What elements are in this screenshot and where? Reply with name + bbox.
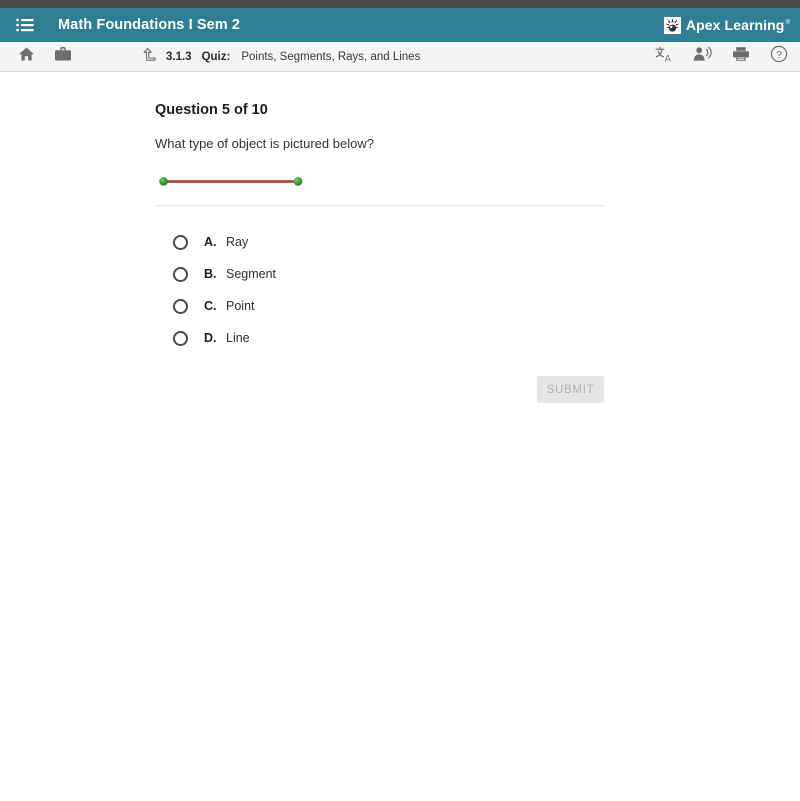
question-heading: Question 5 of 10 [155,102,268,118]
breadcrumb-lesson-number: 3.1.3 [166,50,192,63]
option-text-d: Line [226,331,250,345]
radio-button-a[interactable] [173,234,188,250]
line-segment-figure [155,169,615,195]
trademark-mark: ® [785,20,790,27]
brand-name: Apex Learning® [685,17,790,33]
apex-sunburst-logo-icon [663,16,681,34]
breadcrumb-activity-title: Points, Segments, Rays, and Lines [241,50,421,63]
breadcrumb-activity-type: Quiz: [201,50,231,63]
option-letter-b: B. [204,267,217,281]
read-aloud-icon[interactable] [693,46,712,67]
option-letter-a: A. [204,235,217,249]
svg-text:A: A [665,53,672,62]
home-icon[interactable] [18,46,35,67]
svg-text:?: ? [776,49,782,61]
question-prompt: What type of object is pictured below? [155,136,374,151]
option-text-c: Point [226,299,255,313]
answer-option-c[interactable]: C. Point [155,290,455,322]
radio-button-d[interactable] [173,330,188,346]
print-icon[interactable] [732,46,750,67]
option-letter-c: C. [204,299,217,313]
submit-button[interactable]: SUBMIT [537,376,604,403]
apex-learning-brand[interactable]: Apex Learning® [663,16,790,34]
course-title: Math Foundations I Sem 2 [58,17,241,33]
help-icon[interactable]: ? [770,45,788,68]
option-text-b: Segment [226,267,277,281]
briefcase-icon[interactable] [54,46,72,67]
sub-toolbar: 3.1.3 Quiz: Points, Segments, Rays, and … [0,42,800,72]
toolbar-right-group: A ? [655,45,788,68]
option-text-a: Ray [226,235,249,249]
toolbar-left-group [18,46,72,67]
submit-area: SUBMIT [155,376,604,403]
radio-button-b[interactable] [173,266,188,282]
app-header: Math Foundations I Sem 2 Apex Learning® [0,8,800,42]
answer-options-list: A. Ray B. Segment C. Point D. Line [155,226,800,354]
answer-option-d[interactable]: D. Line [155,322,455,354]
return-up-arrow-icon[interactable] [142,47,157,67]
list-menu-icon[interactable] [16,18,34,32]
translate-icon[interactable]: A [655,46,673,68]
radio-button-c[interactable] [173,298,188,314]
section-divider [155,205,604,206]
option-letter-d: D. [204,331,217,345]
answer-option-a[interactable]: A. Ray [155,226,455,258]
breadcrumb: 3.1.3 Quiz: Points, Segments, Rays, and … [142,47,420,67]
question-content: Question 5 of 10 What type of object is … [0,72,800,403]
answer-option-b[interactable]: B. Segment [155,258,455,290]
browser-top-strip [0,0,800,8]
